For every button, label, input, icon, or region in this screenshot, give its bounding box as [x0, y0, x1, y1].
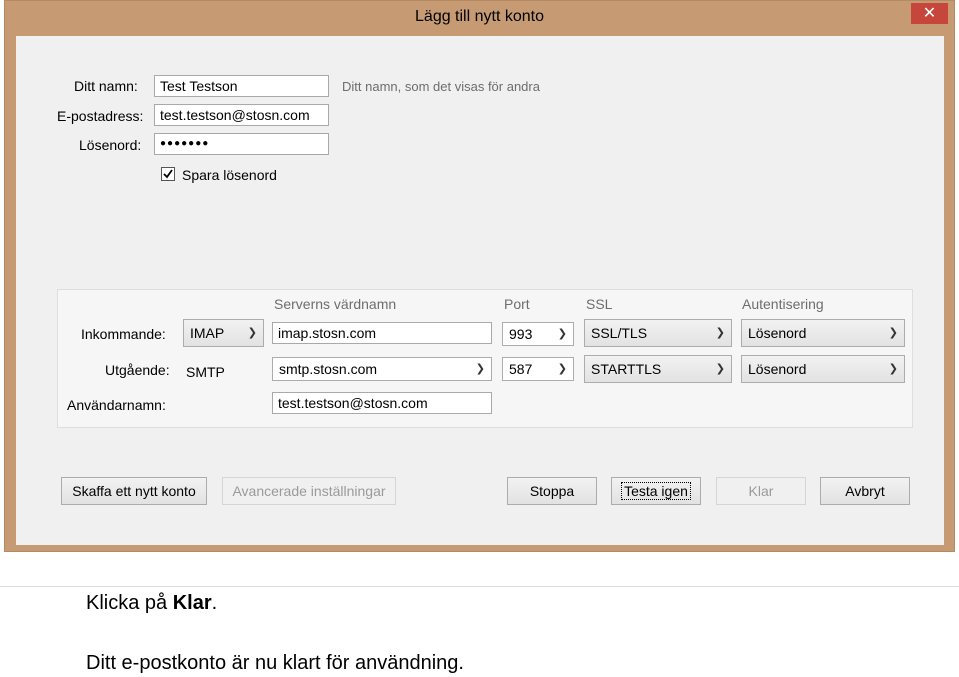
outgoing-port-value: 587 [509, 361, 533, 377]
password-field[interactable]: ●●●●●●● [154, 133, 329, 155]
outgoing-auth-value: Lösenord [748, 361, 807, 377]
retest-button-label: Testa igen [621, 482, 691, 500]
chevron-down-icon: ❯ [557, 363, 567, 375]
outgoing-protocol: SMTP [186, 364, 225, 380]
outgoing-host-value: smtp.stosn.com [279, 361, 378, 377]
instruction-suffix: . [211, 592, 218, 614]
cancel-button[interactable]: Avbryt [820, 477, 910, 505]
incoming-label: Inkommande: [81, 326, 166, 342]
advanced-settings-button[interactable]: Avancerade inställningar [222, 477, 396, 505]
checkmark-icon [163, 169, 173, 179]
outgoing-port-select[interactable]: 587 ❯ [502, 357, 574, 381]
outgoing-ssl-select[interactable]: STARTTLS ❯ [584, 355, 732, 383]
instruction-line-2: Ditt e-postkonto är nu klart för användn… [86, 652, 464, 674]
col-port-header: Port [504, 296, 530, 312]
col-auth-header: Autentisering [742, 296, 824, 312]
chevron-down-icon: ❯ [715, 363, 725, 375]
divider [0, 586, 959, 587]
chevron-down-icon: ❯ [475, 363, 485, 375]
incoming-port-select[interactable]: 993 ❯ [502, 322, 574, 346]
password-label: Lösenord: [79, 137, 142, 153]
email-label: E-postadress: [57, 108, 144, 124]
incoming-protocol-select[interactable]: IMAP ❯ [183, 319, 264, 347]
close-button[interactable]: ✕ [911, 3, 948, 24]
get-new-account-button[interactable]: Skaffa ett nytt konto [61, 477, 207, 505]
email-field[interactable]: test.testson@stosn.com [154, 104, 329, 126]
stop-button[interactable]: Stoppa [507, 477, 597, 505]
retest-button[interactable]: Testa igen [611, 477, 701, 505]
username-field[interactable]: test.testson@stosn.com [272, 392, 492, 414]
incoming-auth-value: Lösenord [748, 325, 807, 341]
name-label: Ditt namn: [74, 78, 138, 94]
save-password-label[interactable]: Spara lösenord [182, 167, 277, 183]
outgoing-ssl-value: STARTTLS [591, 361, 662, 377]
col-ssl-header: SSL [586, 296, 613, 312]
chevron-down-icon: ❯ [888, 327, 898, 339]
incoming-protocol-value: IMAP [190, 325, 225, 341]
server-settings-group: Serverns värdnamn Port SSL Autentisering… [57, 289, 913, 428]
chevron-down-icon: ❯ [557, 328, 567, 340]
col-hostname-header: Serverns värdnamn [274, 296, 397, 312]
chevron-down-icon: ❯ [715, 327, 725, 339]
instruction-bold-term: Klar [172, 592, 212, 614]
chevron-down-icon: ❯ [888, 363, 898, 375]
name-field[interactable]: Test Testson [154, 75, 329, 97]
dialog-window: Lägg till nytt konto ✕ Ditt namn: Test T… [4, 0, 955, 552]
incoming-auth-select[interactable]: Lösenord ❯ [741, 319, 905, 347]
username-label: Användarnamn: [67, 397, 166, 413]
instruction-prefix: Klicka på [86, 592, 173, 614]
dialog-content: Ditt namn: Test Testson Ditt namn, som d… [16, 36, 944, 545]
outgoing-host-select[interactable]: smtp.stosn.com ❯ [272, 357, 492, 381]
name-hint: Ditt namn, som det visas för andra [342, 79, 540, 94]
done-button[interactable]: Klar [716, 477, 806, 505]
instruction-line-1: Klicka på Klar. [86, 592, 217, 615]
incoming-ssl-value: SSL/TLS [591, 325, 648, 341]
chevron-down-icon: ❯ [247, 327, 257, 339]
outgoing-label: Utgående: [105, 362, 170, 378]
incoming-ssl-select[interactable]: SSL/TLS ❯ [584, 319, 732, 347]
dialog-title: Lägg till nytt konto [415, 8, 544, 25]
incoming-host-field[interactable]: imap.stosn.com [272, 322, 492, 344]
save-password-checkbox[interactable] [161, 167, 175, 181]
outgoing-auth-select[interactable]: Lösenord ❯ [741, 355, 905, 383]
incoming-port-value: 993 [509, 326, 533, 342]
